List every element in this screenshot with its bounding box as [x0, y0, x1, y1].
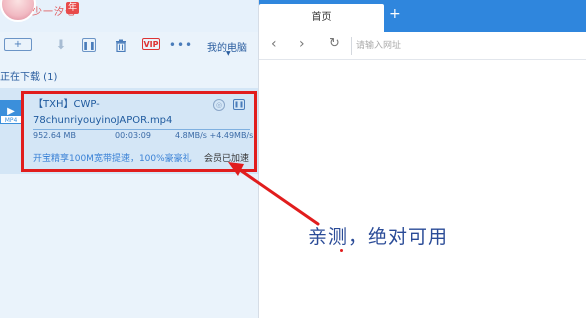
vip-button[interactable]: VIP [142, 38, 160, 50]
tab-strip: 首页 + [259, 0, 586, 32]
download-app: 少一汐七 年 + ⬇︎ ❚❚ VIP ••• 我的电脑 ▼ 正在下载 (1) ▶… [0, 0, 586, 318]
chevron-right-icon: › [299, 36, 305, 52]
red-highlight-box [21, 91, 257, 172]
new-tab-button[interactable]: + [389, 6, 401, 22]
plus-icon: + [13, 39, 23, 50]
refresh-icon: ↻ [329, 36, 340, 51]
tab-home[interactable]: 首页 [259, 4, 384, 32]
url-input[interactable] [351, 37, 581, 55]
arrow-down-icon: ⬇︎ [55, 37, 67, 53]
trash-icon [116, 39, 126, 52]
avatar[interactable] [0, 0, 36, 22]
year-badge: 年 [66, 2, 80, 14]
annotation-dot [340, 249, 343, 252]
navigation-bar: ‹ › ↻ [259, 32, 586, 60]
download-panel: 少一汐七 年 + ⬇︎ ❚❚ VIP ••• 我的电脑 ▼ 正在下载 (1) ▶… [0, 0, 258, 318]
browser-panel: 首页 + ‹ › ↻ [258, 0, 586, 318]
more-button[interactable]: ••• [169, 38, 192, 52]
annotation-caption: 亲测，绝对可用 [308, 226, 449, 248]
chevron-down-icon: ▼ [226, 50, 231, 57]
start-download-button[interactable]: ⬇︎ [52, 37, 70, 53]
file-ext-label: MP4 [0, 115, 22, 124]
download-toolbar: + ⬇︎ ❚❚ VIP ••• 我的电脑 ▼ [0, 32, 258, 60]
chevron-left-icon: ‹ [271, 36, 277, 52]
back-button[interactable]: ‹ [271, 36, 277, 52]
downloading-section-label: 正在下载 (1) [0, 72, 58, 83]
forward-button[interactable]: › [299, 36, 305, 52]
refresh-button[interactable]: ↻ [329, 36, 340, 51]
pause-all-button[interactable]: ❚❚ [82, 38, 96, 52]
pause-icon: ❚❚ [82, 40, 96, 50]
delete-button[interactable] [112, 38, 130, 52]
new-download-button[interactable]: + [4, 38, 32, 51]
user-bar: 少一汐七 年 [0, 0, 258, 32]
